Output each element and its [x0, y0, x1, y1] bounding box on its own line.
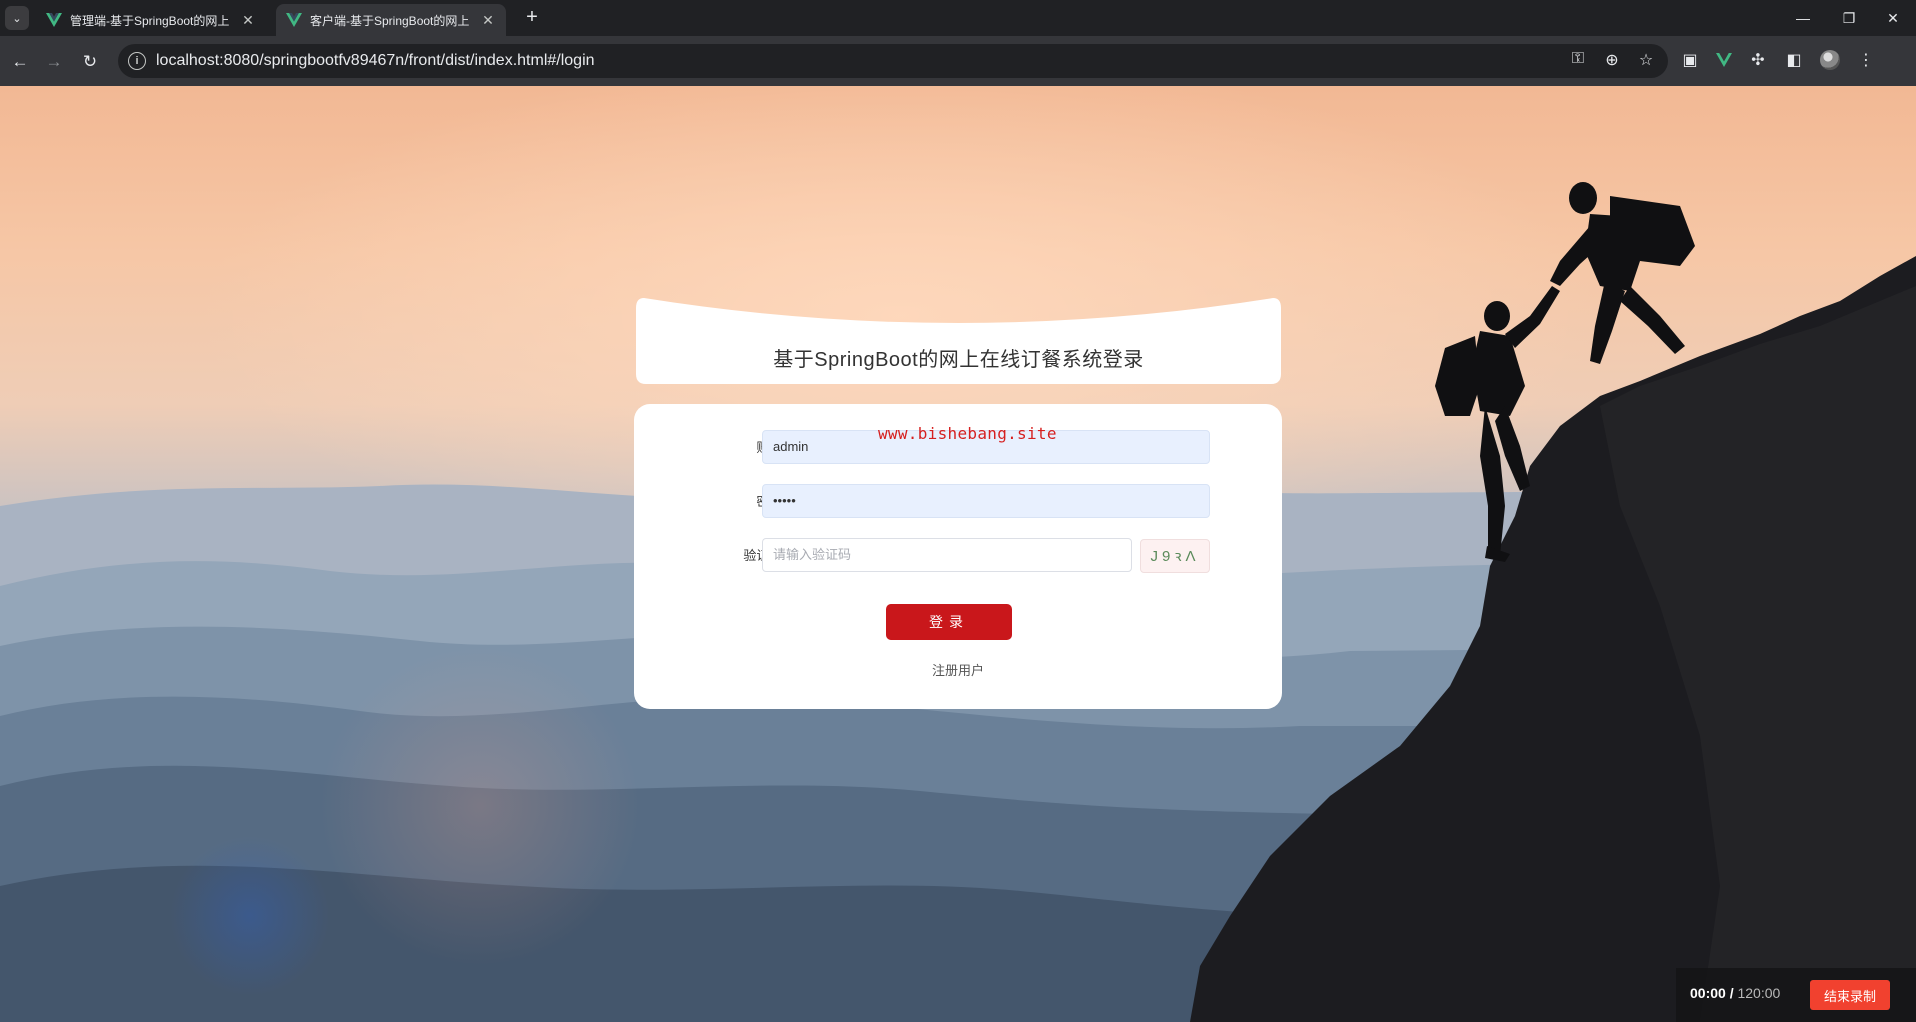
recording-timer: 00:00 / 120:00 [1690, 985, 1780, 1001]
captcha-row: 验证码: 请输入验证码 J9ꝛΛ [634, 538, 1282, 574]
vue-devtools-icon[interactable] [1716, 52, 1732, 68]
browser-toolbar: ← → ↻ i localhost:8080/springbootfv89467… [0, 36, 1916, 86]
minimize-icon: — [1796, 10, 1810, 26]
tab-title: 管理端-基于SpringBoot的网上 [70, 13, 230, 28]
address-bar-actions: ⚿ ⊕ ☆ [1568, 50, 1656, 70]
chevron-down-icon: ⌄ [12, 12, 22, 25]
forward-arrow-icon: → [45, 52, 63, 71]
captcha-image[interactable]: J9ꝛΛ [1140, 539, 1210, 573]
extension-area: ▣ ✣ ◧ ⋮ [1680, 50, 1876, 70]
browser-tab-bar: ⌄ 管理端-基于SpringBoot的网上 ✕ 客户端-基于SpringBoot… [0, 0, 1916, 36]
reload-button[interactable]: ↻ [76, 48, 104, 76]
watermark-text: www.bishebang.site [878, 424, 1057, 443]
address-bar[interactable]: i localhost:8080/springbootfv89467n/fron… [118, 44, 1668, 78]
login-button[interactable]: 登录 [886, 604, 1012, 640]
password-input[interactable]: ••••• [762, 484, 1210, 518]
reload-icon: ↻ [82, 52, 98, 71]
tab-client[interactable]: 客户端-基于SpringBoot的网上 ✕ [276, 4, 506, 36]
tab-search-button[interactable]: ⌄ [5, 6, 29, 30]
puzzle-icon[interactable]: ✣ [1748, 50, 1768, 70]
forward-button[interactable]: → [40, 48, 68, 76]
new-tab-button[interactable]: + [520, 6, 544, 30]
close-icon: ✕ [1887, 9, 1899, 26]
login-form-card: 账号: admin 密码: ••••• 验证码: 请输入验证码 J9ꝛΛ 登录 … [634, 404, 1282, 709]
captcha-input[interactable]: 请输入验证码 [762, 538, 1132, 572]
extension-screen-icon[interactable]: ▣ [1680, 50, 1700, 70]
login-title-card: 基于SpringBoot的网上在线订餐系统登录 [636, 298, 1281, 384]
key-icon[interactable]: ⚿ [1568, 50, 1588, 70]
avatar[interactable] [1820, 50, 1840, 70]
page-viewport: 基于SpringBoot的网上在线订餐系统登录 I 账号: admin 密码: … [0, 86, 1916, 1022]
side-panel-icon[interactable]: ◧ [1784, 50, 1804, 70]
info-icon[interactable]: i [128, 52, 146, 70]
close-window-button[interactable]: ✕ [1870, 0, 1916, 36]
zoom-icon[interactable]: ⊕ [1602, 50, 1622, 70]
tab-admin[interactable]: 管理端-基于SpringBoot的网上 ✕ [36, 4, 266, 36]
vue-logo-icon [46, 13, 62, 27]
timer-separator: / [1729, 985, 1734, 1001]
restore-icon: ❐ [1842, 9, 1856, 26]
screen-recorder-widget: 00:00 / 120:00 结束录制 [1676, 968, 1916, 1022]
tab-title: 客户端-基于SpringBoot的网上 [310, 13, 470, 28]
page-title: 基于SpringBoot的网上在线订餐系统登录 [773, 349, 1144, 371]
password-row: 密码: ••••• [634, 484, 1282, 520]
minimize-button[interactable]: — [1780, 0, 1826, 36]
stop-recording-button[interactable]: 结束录制 [1810, 980, 1890, 1010]
register-link[interactable]: 注册用户 [634, 660, 1282, 679]
back-arrow-icon: ← [11, 52, 29, 71]
vue-logo-icon [286, 13, 302, 27]
star-icon[interactable]: ☆ [1636, 50, 1656, 70]
timer-current: 00:00 [1690, 985, 1726, 1001]
close-icon[interactable]: ✕ [240, 12, 256, 29]
menu-icon[interactable]: ⋮ [1856, 50, 1876, 70]
timer-total: 120:00 [1737, 985, 1781, 1001]
url-text[interactable]: localhost:8080/springbootfv89467n/front/… [156, 52, 595, 70]
back-button[interactable]: ← [6, 48, 34, 76]
restore-button[interactable]: ❐ [1826, 0, 1872, 36]
close-icon[interactable]: ✕ [480, 12, 496, 29]
